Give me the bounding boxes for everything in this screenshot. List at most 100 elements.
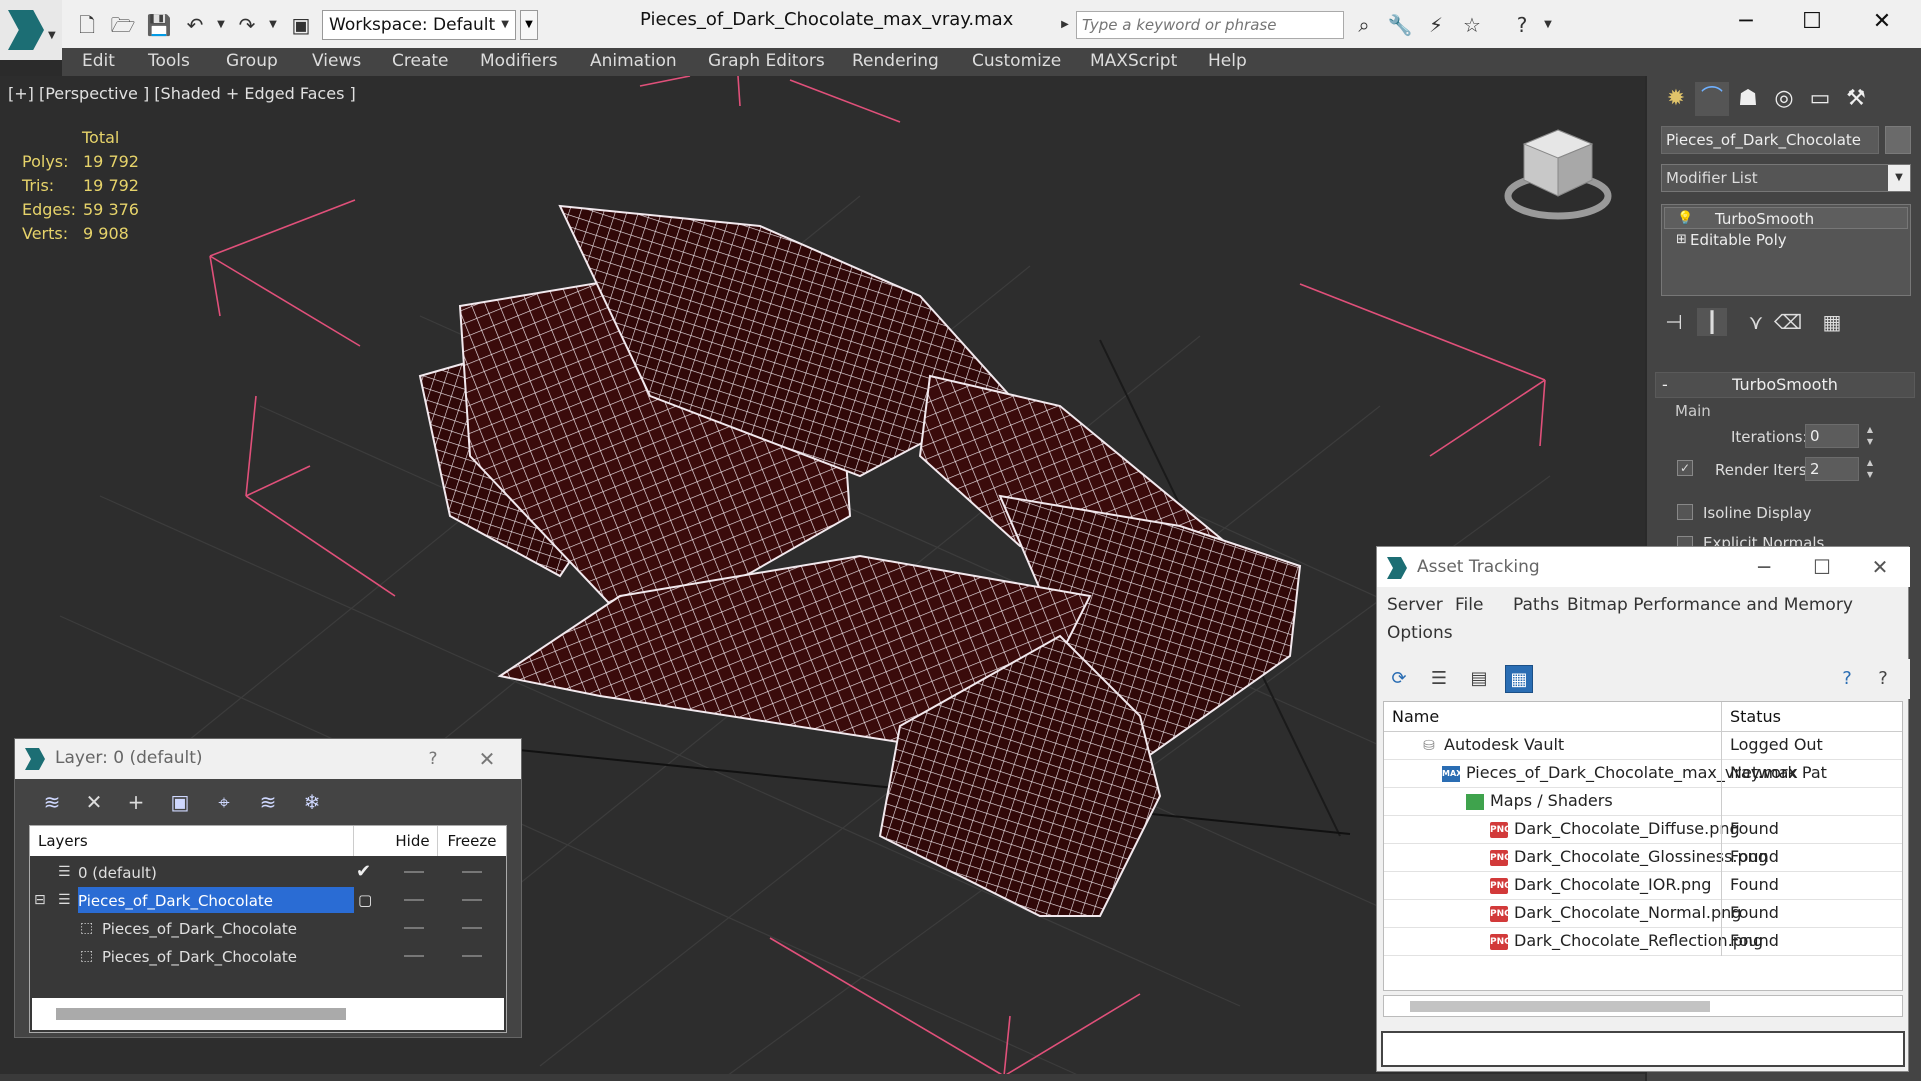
table-row[interactable]: PNG Dark_Chocolate_Glossiness.png Found xyxy=(1384,844,1902,872)
layer-row[interactable]: ⊟ ☰ Pieces_of_Dark_Chocolate ▢ xyxy=(30,886,506,914)
asset-menu-options[interactable]: Options xyxy=(1387,623,1453,643)
freeze-toggle[interactable] xyxy=(462,927,482,929)
layer-row[interactable]: ☰ 0 (default) ✔ xyxy=(30,858,506,886)
save-file-icon[interactable]: 💾 xyxy=(146,12,172,38)
freeze-all-layers-icon[interactable]: ❄ xyxy=(297,787,327,817)
menu-customize[interactable]: Customize xyxy=(972,51,1061,71)
hide-toggle[interactable] xyxy=(404,927,424,929)
help-dropdown-icon[interactable]: ▼ xyxy=(1534,12,1562,38)
scrollbar-thumb[interactable] xyxy=(56,1008,346,1020)
table-row[interactable]: MAX Pieces_of_Dark_Chocolate_max_vray.ma… xyxy=(1384,760,1902,788)
freeze-toggle[interactable] xyxy=(462,871,482,873)
close-button[interactable]: ✕ xyxy=(1853,551,1907,583)
menu-create[interactable]: Create xyxy=(392,51,449,71)
spinner-icon[interactable]: ▲ ▼ xyxy=(1863,424,1877,448)
help-button[interactable]: ? xyxy=(413,743,453,775)
scrollbar-thumb[interactable] xyxy=(1410,1001,1710,1012)
redo-icon[interactable]: ↷ xyxy=(234,12,260,38)
thumbnail-view-icon[interactable]: ▤ xyxy=(1465,665,1493,693)
hierarchy-tab-icon[interactable]: ☗ xyxy=(1731,82,1765,116)
pin-stack-icon[interactable]: ⊣ xyxy=(1659,308,1689,336)
close-button[interactable]: ✕ xyxy=(467,743,507,775)
motion-tab-icon[interactable]: ◎ xyxy=(1767,82,1801,116)
binoculars-icon[interactable]: ⌕ xyxy=(1350,12,1378,38)
maximize-button[interactable]: ☐ xyxy=(1782,2,1842,42)
object-name-field[interactable]: Pieces_of_Dark_Chocolate xyxy=(1661,126,1879,154)
undo-dropdown-icon[interactable]: ▼ xyxy=(208,12,234,38)
remove-modifier-icon[interactable]: ⌫ xyxy=(1773,308,1803,336)
tools-icon[interactable]: 🔧 xyxy=(1386,12,1414,38)
search-input[interactable] xyxy=(1076,11,1344,39)
collapse-minus-icon[interactable]: ⊟ xyxy=(34,886,46,914)
column-header-layers[interactable]: Layers xyxy=(30,826,354,856)
create-layer-icon[interactable]: ≋ xyxy=(37,787,67,817)
column-header-status[interactable]: Status xyxy=(1722,702,1902,732)
help-icon[interactable]: ? xyxy=(1508,12,1536,38)
column-header-freeze[interactable]: Freeze xyxy=(438,826,506,856)
asset-menu-bitmap-performance[interactable]: Bitmap Performance and Memory xyxy=(1567,595,1853,615)
stack-item-turbosmooth[interactable]: 💡 TurboSmooth xyxy=(1664,207,1908,229)
select-objects-icon[interactable]: ▣ xyxy=(165,787,195,817)
layer-row[interactable]: ⬚ Pieces_of_Dark_Chocolate xyxy=(30,942,506,970)
freeze-toggle[interactable] xyxy=(462,899,482,901)
layer-horizontal-scrollbar[interactable] xyxy=(32,998,504,1030)
make-unique-icon[interactable]: ⋎ xyxy=(1741,308,1771,336)
new-file-icon[interactable]: 🗋 xyxy=(74,12,100,38)
table-row[interactable]: Maps / Shaders xyxy=(1384,788,1902,816)
display-tab-icon[interactable]: ▭ xyxy=(1803,82,1837,116)
menu-maxscript[interactable]: MAXScript xyxy=(1090,51,1177,71)
menu-animation[interactable]: Animation xyxy=(590,51,677,71)
table-view-icon[interactable]: ▦ xyxy=(1505,665,1533,693)
hide-toggle[interactable] xyxy=(404,871,424,873)
set-current-layer-icon[interactable]: ▢ xyxy=(358,886,372,914)
menu-help[interactable]: Help xyxy=(1208,51,1247,71)
asset-menu-file[interactable]: File xyxy=(1455,595,1483,615)
modify-tab-icon[interactable]: ⌒ xyxy=(1695,82,1729,116)
hide-toggle[interactable] xyxy=(404,899,424,901)
column-header-hide[interactable]: Hide xyxy=(388,826,438,856)
object-color-swatch[interactable] xyxy=(1885,126,1911,154)
viewcube-icon[interactable] xyxy=(1502,124,1614,224)
table-row[interactable]: PNG Dark_Chocolate_Normal.png Found xyxy=(1384,900,1902,928)
refresh-icon[interactable]: ⟳ xyxy=(1385,665,1413,693)
info-icon[interactable]: ? xyxy=(1869,665,1897,693)
menu-modifiers[interactable]: Modifiers xyxy=(480,51,558,71)
spinner-icon[interactable]: ▲ ▼ xyxy=(1863,457,1877,481)
minimize-button[interactable]: ─ xyxy=(1716,2,1776,42)
help-icon[interactable]: ? xyxy=(1833,665,1861,693)
project-folder-icon[interactable]: ▣ xyxy=(288,12,314,38)
layer-window-title-bar[interactable]: Layer: 0 (default) ? ✕ xyxy=(15,739,521,779)
menu-views[interactable]: Views xyxy=(312,51,361,71)
close-button[interactable]: ✕ xyxy=(1852,2,1912,42)
menu-edit[interactable]: Edit xyxy=(82,51,115,71)
iterations-field[interactable]: 0 xyxy=(1805,424,1859,448)
workspace-dropdown[interactable]: Workspace: Default ▼ xyxy=(322,10,516,40)
viewport-label[interactable]: [+] [Perspective ] [Shaded + Edged Faces… xyxy=(8,84,356,103)
asset-horizontal-scrollbar[interactable] xyxy=(1383,995,1903,1017)
stack-item-editable-poly[interactable]: ⊞ Editable Poly xyxy=(1664,229,1908,251)
isoline-display-checkbox[interactable] xyxy=(1677,504,1693,520)
maximize-button[interactable]: ☐ xyxy=(1795,551,1849,583)
table-row[interactable]: ⛁ Autodesk Vault Logged Out xyxy=(1384,732,1902,760)
asset-tracking-title-bar[interactable]: Asset Tracking ─ ☐ ✕ xyxy=(1377,547,1910,587)
undo-icon[interactable]: ↶ xyxy=(182,12,208,38)
asset-menu-server[interactable]: Server xyxy=(1387,595,1443,615)
favorites-star-icon[interactable]: ☆ xyxy=(1458,12,1486,38)
list-view-icon[interactable]: ☰ xyxy=(1425,665,1453,693)
menu-group[interactable]: Group xyxy=(226,51,278,71)
layer-row[interactable]: ⬚ Pieces_of_Dark_Chocolate xyxy=(30,914,506,942)
table-row[interactable]: PNG Dark_Chocolate_IOR.png Found xyxy=(1384,872,1902,900)
column-header-name[interactable]: Name xyxy=(1384,702,1722,732)
asset-menu-paths[interactable]: Paths xyxy=(1513,595,1559,615)
delete-layer-icon[interactable]: ✕ xyxy=(79,787,109,817)
menu-tools[interactable]: Tools xyxy=(148,51,190,71)
menu-graph-editors[interactable]: Graph Editors xyxy=(708,51,825,71)
render-iters-field[interactable]: 2 xyxy=(1805,457,1859,481)
menu-rendering[interactable]: Rendering xyxy=(852,51,939,71)
create-tab-icon[interactable]: ✹ xyxy=(1659,82,1693,116)
add-to-layer-icon[interactable]: + xyxy=(121,787,151,817)
configure-sets-icon[interactable]: ▦ xyxy=(1817,308,1847,336)
show-end-result-icon[interactable]: ┃ xyxy=(1697,308,1727,336)
table-row[interactable]: PNG Dark_Chocolate_Reflection.png Found xyxy=(1384,928,1902,956)
hide-all-layers-icon[interactable]: ≋ xyxy=(253,787,283,817)
